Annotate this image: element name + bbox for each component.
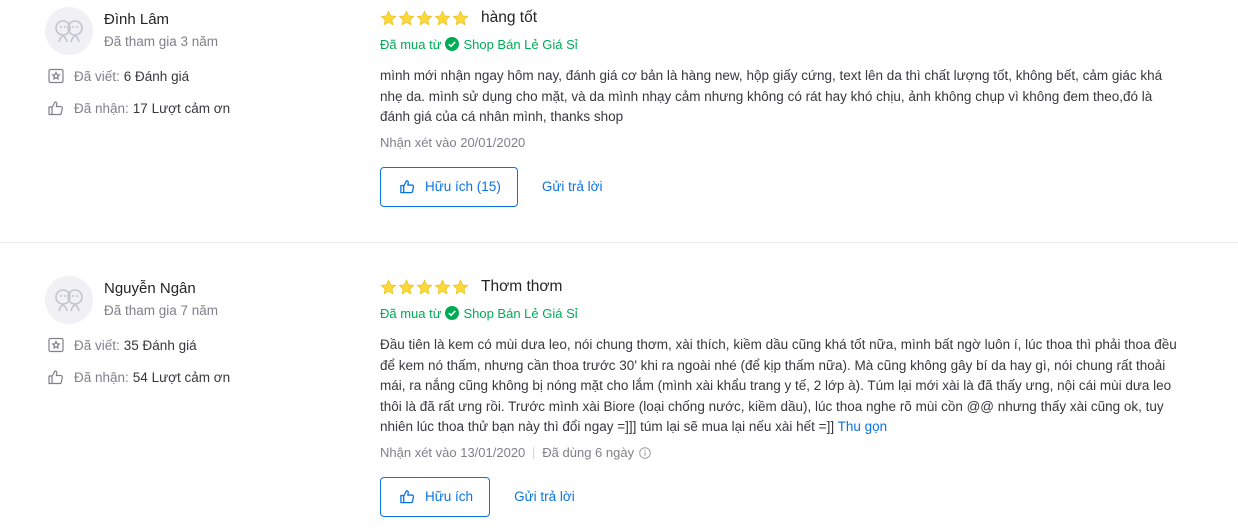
verified-check-icon (445, 306, 460, 320)
review-badge-icon (47, 67, 65, 85)
purchase-info: Đã mua từ Shop Bán Lẻ Giá Sỉ (380, 36, 1180, 52)
review-actions: Hữu ích Gửi trả lời (380, 476, 1180, 517)
star-icon (398, 278, 415, 295)
review-meta: Nhận xét vào 20/01/2020 (380, 135, 1180, 151)
default-avatar-icon (45, 7, 93, 55)
star-rating (380, 278, 469, 296)
purchase-label: Đã mua từ (380, 305, 442, 321)
star-icon (452, 9, 469, 26)
review-item: Nguyễn Ngân Đã tham gia 7 năm Đã viết: 3… (0, 243, 1238, 532)
stat-written: Đã viết: 6 Đánh giá (47, 67, 189, 85)
thumbs-up-icon (47, 368, 65, 386)
stat-received-value: 17 Lượt cảm ơn (132, 100, 231, 116)
star-rating (380, 9, 469, 27)
reviewer-joined: Đã tham gia 7 năm (104, 303, 219, 318)
stat-received-label: Đã nhận: (74, 369, 129, 385)
thumbs-up-icon (400, 490, 415, 504)
stat-received-label: Đã nhận: (74, 100, 129, 116)
helpful-label: Hữu ích (425, 489, 474, 504)
stat-written-label: Đã viết: (74, 68, 120, 84)
review-badge-icon (47, 336, 65, 354)
purchase-label: Đã mua từ (380, 36, 442, 52)
star-icon (452, 278, 469, 295)
stat-written: Đã viết: 35 Đánh giá (47, 336, 197, 354)
review-actions: Hữu ích (15) Gửi trả lời (380, 166, 1180, 207)
star-icon (434, 9, 451, 26)
shop-name: Shop Bán Lẻ Giá Sỉ (463, 305, 578, 321)
star-icon (434, 278, 451, 295)
default-avatar-icon (45, 276, 93, 324)
stat-received: Đã nhận: 17 Lượt cảm ơn (47, 99, 230, 117)
collapse-link[interactable]: Thu gọn (838, 419, 888, 434)
purchase-info: Đã mua từ Shop Bán Lẻ Giá Sỉ (380, 305, 1180, 321)
stat-received: Đã nhận: 54 Lượt cảm ơn (47, 368, 230, 386)
review-meta: Nhận xét vào 13/01/2020 Đã dùng 6 ngày (380, 445, 1180, 461)
helpful-button[interactable]: Hữu ích (15) (380, 166, 518, 207)
meta-divider (533, 446, 535, 459)
usage-duration: Đã dùng 6 ngày (542, 445, 635, 460)
review-content: Đầu tiên là kem có mùi dưa leo, nói chun… (380, 335, 1180, 438)
reviewer-name: Nguyễn Ngân (104, 280, 196, 297)
star-icon (416, 9, 433, 26)
reply-link[interactable]: Gửi trả lời (542, 179, 603, 194)
review-title: hàng tốt (481, 9, 538, 26)
star-icon (380, 278, 397, 295)
info-icon[interactable] (639, 446, 651, 459)
star-icon (380, 9, 397, 26)
reviewer-joined: Đã tham gia 3 năm (104, 34, 219, 49)
review-item: Đình Lâm Đã tham gia 3 năm Đã viết: 6 Đá… (0, 0, 1238, 243)
verified-check-icon (445, 37, 460, 51)
review-content: mình mới nhận ngay hôm nay, đánh giá cơ … (380, 68, 1163, 124)
helpful-button[interactable]: Hữu ích (380, 476, 491, 517)
star-icon (416, 278, 433, 295)
thumbs-up-icon (400, 180, 415, 194)
stat-written-value: 35 Đánh giá (123, 337, 197, 353)
review-title: Thơm thơm (481, 278, 563, 295)
review-date: Nhận xét vào 13/01/2020 (380, 445, 526, 460)
stat-written-label: Đã viết: (74, 337, 120, 353)
thumbs-up-icon (47, 99, 65, 117)
stat-written-value: 6 Đánh giá (123, 68, 190, 84)
stat-received-value: 54 Lượt cảm ơn (132, 369, 231, 385)
review-content-text: Đầu tiên là kem có mùi dưa leo, nói chun… (380, 337, 1177, 434)
reply-link[interactable]: Gửi trả lời (514, 489, 575, 504)
review-body: Thơm thơm Đã mua từ Shop Bán Lẻ Giá Sỉ Đ… (380, 278, 1180, 517)
review-body: hàng tốt Đã mua từ Shop Bán Lẻ Giá Sỉ mì… (380, 9, 1180, 207)
star-icon (398, 9, 415, 26)
helpful-label: Hữu ích (15) (425, 179, 501, 194)
review-date: Nhận xét vào 20/01/2020 (380, 135, 526, 150)
shop-name: Shop Bán Lẻ Giá Sỉ (463, 36, 578, 52)
reviewer-name: Đình Lâm (104, 11, 170, 28)
